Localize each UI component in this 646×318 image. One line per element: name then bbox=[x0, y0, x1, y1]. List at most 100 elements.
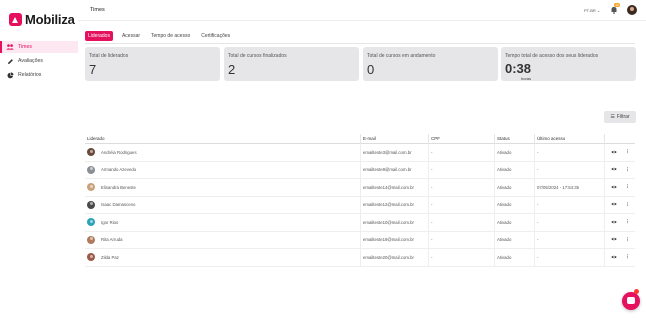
row-menu-button[interactable]: ⋮ bbox=[620, 254, 635, 260]
more-vertical-icon: ⋮ bbox=[625, 184, 630, 190]
stat-card-cursos-finalizados: Total de cursos finalizados 2 bbox=[224, 47, 359, 81]
avatar bbox=[87, 183, 95, 192]
table-row[interactable]: Rita Arruda emailteste19@mail.com.br - Ativ… bbox=[85, 231, 635, 249]
sidebar-item-times[interactable]: Times bbox=[0, 41, 78, 53]
cell-ultimo-acesso: - bbox=[534, 248, 604, 266]
stat-card-tempo-acesso: Tempo total de acesso dos seus liderados… bbox=[501, 47, 636, 81]
sidebar-nav: Times Avaliações Relatórios bbox=[0, 41, 78, 83]
user-avatar[interactable] bbox=[627, 5, 637, 15]
cell-cpf: - bbox=[428, 196, 494, 214]
tab-liderados[interactable]: Liderados bbox=[85, 31, 113, 41]
row-menu-button[interactable]: ⋮ bbox=[620, 149, 635, 155]
language-selector[interactable]: PT-BR ⌄ bbox=[584, 8, 600, 13]
sidebar-item-label: Times bbox=[18, 44, 32, 50]
page-title: Times bbox=[90, 7, 105, 13]
avatar bbox=[87, 253, 95, 262]
table-row[interactable]: Andréia Rodrigues emailteste3@mail.com.br… bbox=[85, 143, 635, 162]
eye-icon bbox=[610, 161, 617, 179]
row-menu-button[interactable]: ⋮ bbox=[620, 184, 635, 190]
stat-value: 0:38 bbox=[505, 61, 532, 76]
chat-button[interactable] bbox=[622, 292, 640, 310]
more-vertical-icon: ⋮ bbox=[625, 219, 630, 225]
cell-email: emailteste9@mail.com.br bbox=[360, 161, 428, 179]
sidebar-item-relatorios[interactable]: Relatórios bbox=[0, 69, 78, 81]
sidebar-item-avaliacoes[interactable]: Avaliações bbox=[0, 55, 78, 67]
table-row[interactable]: Zilda Paz emailteste20@mail.com.br - Ativad… bbox=[85, 248, 635, 267]
cell-status: Ativado bbox=[494, 143, 534, 161]
tab-acessar[interactable]: Acessar bbox=[120, 31, 142, 41]
column-header-email[interactable]: E-mail bbox=[360, 133, 428, 144]
cell-ultimo-acesso: - bbox=[534, 213, 604, 231]
eye-icon bbox=[610, 231, 617, 249]
sidebar-item-label: Relatórios bbox=[18, 72, 42, 78]
cell-status: Ativado bbox=[494, 231, 534, 249]
column-header-status[interactable]: Status bbox=[494, 133, 534, 144]
stat-value: 7 bbox=[89, 62, 97, 77]
cell-email: emailteste19@mail.com.br bbox=[360, 231, 428, 249]
cell-liderado: Isaac Damasceno bbox=[85, 200, 360, 209]
column-header-liderado[interactable]: Liderado bbox=[85, 136, 360, 141]
stat-label: Total de cursos finalizados bbox=[228, 53, 287, 59]
view-button[interactable] bbox=[604, 161, 620, 179]
cell-cpf: - bbox=[428, 231, 494, 249]
cell-email: emailteste3@mail.com.br bbox=[360, 143, 428, 161]
avatar bbox=[87, 200, 95, 209]
column-header-cpf[interactable]: CPF bbox=[428, 133, 494, 144]
column-header-ultimo-acesso[interactable]: Último acesso bbox=[534, 133, 604, 144]
notification-badge: 10 bbox=[614, 3, 620, 7]
avatar bbox=[87, 165, 95, 174]
view-button[interactable] bbox=[604, 196, 620, 214]
tab-certificacoes[interactable]: Certificações bbox=[199, 31, 232, 41]
cell-email: emailteste12@mail.com.br bbox=[360, 196, 428, 214]
row-menu-button[interactable]: ⋮ bbox=[620, 237, 635, 243]
stat-card-cursos-andamento: Total de cursos em andamento 0 bbox=[363, 47, 498, 81]
table-row[interactable]: Armando Azevedo emailteste9@mail.com.br - A… bbox=[85, 161, 635, 179]
cell-liderado: Andréia Rodrigues bbox=[85, 148, 360, 157]
stat-unit: horas bbox=[521, 76, 532, 81]
cell-name: Elisandra Beneste bbox=[101, 184, 136, 190]
row-menu-button[interactable]: ⋮ bbox=[620, 202, 635, 208]
view-button[interactable] bbox=[604, 213, 620, 231]
stat-label: Tempo total de acesso dos seus liderados bbox=[505, 53, 599, 59]
table-row[interactable]: Elisandra Beneste emailteste14@mail.com.b… bbox=[85, 178, 635, 197]
cell-liderado: Zilda Paz bbox=[85, 253, 360, 262]
view-button[interactable] bbox=[604, 231, 620, 249]
bell-icon[interactable] bbox=[610, 6, 618, 14]
more-vertical-icon: ⋮ bbox=[625, 236, 630, 242]
cell-name: Zilda Paz bbox=[101, 254, 119, 260]
brand-logo[interactable]: Mobiliza bbox=[9, 12, 75, 27]
cell-cpf: - bbox=[428, 248, 494, 266]
eye-icon bbox=[610, 179, 617, 197]
cell-ultimo-acesso: - bbox=[534, 143, 604, 161]
tabs-divider bbox=[85, 43, 635, 44]
eye-icon bbox=[610, 196, 617, 214]
avatar bbox=[87, 235, 95, 244]
table-row[interactable]: Igor Rios emailteste10@mail.com.br - Ativad… bbox=[85, 213, 635, 232]
more-vertical-icon: ⋮ bbox=[625, 254, 630, 260]
sidebar: Mobiliza Times Avaliações Relatórios bbox=[0, 0, 78, 318]
row-menu-button[interactable]: ⋮ bbox=[620, 167, 635, 173]
cell-liderado: Armando Azevedo bbox=[85, 165, 360, 174]
cell-name: Andréia Rodrigues bbox=[101, 149, 137, 155]
cell-status: Ativado bbox=[494, 196, 534, 214]
view-button[interactable] bbox=[604, 178, 620, 197]
cell-email: emailteste14@mail.com.br bbox=[360, 178, 428, 196]
filter-button[interactable]: ☰ Filtrar bbox=[604, 111, 636, 123]
row-menu-button[interactable]: ⋮ bbox=[620, 219, 635, 225]
main-panel: Liderados Acessar Tempo de acesso Certif… bbox=[78, 20, 646, 318]
table-body: Andréia Rodrigues emailteste3@mail.com.br… bbox=[85, 143, 635, 267]
view-button[interactable] bbox=[604, 248, 620, 266]
pie-chart-icon bbox=[6, 71, 14, 78]
tab-tempo-de-acesso[interactable]: Tempo de acesso bbox=[149, 31, 192, 41]
cell-name: Igor Rios bbox=[101, 219, 119, 225]
view-button[interactable] bbox=[604, 143, 620, 161]
cell-email: emailteste20@mail.com.br bbox=[360, 248, 428, 266]
language-label: PT-BR bbox=[584, 8, 596, 13]
team-icon bbox=[6, 44, 14, 50]
cell-status: Ativado bbox=[494, 178, 534, 196]
cell-cpf: - bbox=[428, 213, 494, 231]
cell-ultimo-acesso: - bbox=[534, 196, 604, 214]
cell-status: Ativado bbox=[494, 248, 534, 266]
more-vertical-icon: ⋮ bbox=[625, 166, 630, 172]
table-row[interactable]: Isaac Damasceno emailteste12@mail.com.br -… bbox=[85, 196, 635, 214]
